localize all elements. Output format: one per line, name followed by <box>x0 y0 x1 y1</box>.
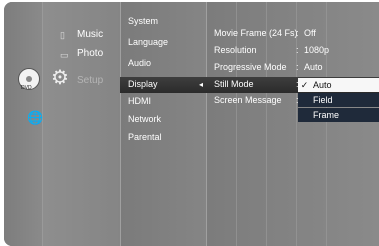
menu-item-parental[interactable]: Parental <box>128 132 162 143</box>
setting-colon: : <box>296 28 299 38</box>
disc-label: DVD <box>21 85 32 91</box>
setting-colon: : <box>296 45 299 55</box>
divider <box>326 2 327 246</box>
menu-item-network[interactable]: Network <box>128 114 161 125</box>
dropdown-option-field[interactable]: Field <box>298 93 379 107</box>
music-icon: ▯ <box>60 30 65 40</box>
setting-colon: : <box>296 62 299 72</box>
checkmark-icon: ✓ <box>300 80 309 90</box>
setting-movie-frame-value[interactable]: Off <box>304 28 316 39</box>
setting-screen-message-label[interactable]: Screen Message <box>214 95 282 106</box>
setting-progressive-mode-value[interactable]: Auto <box>304 62 323 73</box>
setting-still-mode-label[interactable]: Still Mode <box>214 79 254 90</box>
menu-item-display[interactable]: Display <box>128 79 158 90</box>
media-item-music[interactable]: Music <box>77 29 103 40</box>
menu-item-audio[interactable]: Audio <box>128 58 151 69</box>
still-mode-dropdown[interactable]: ✓ Auto Field Frame <box>298 78 379 123</box>
menu-item-language[interactable]: Language <box>128 37 168 48</box>
media-item-setup[interactable]: Setup <box>77 75 103 86</box>
setup-screen: DVD 🌐 ▯ ▭ ⚙ Music Photo Setup System Lan… <box>4 2 379 246</box>
gear-icon[interactable]: ⚙ <box>51 68 69 88</box>
setting-resolution-value[interactable]: 1080p <box>304 45 329 56</box>
setting-progressive-mode-label[interactable]: Progressive Mode <box>214 62 287 73</box>
globe-icon[interactable]: 🌐 <box>27 110 43 126</box>
dropdown-option-frame[interactable]: Frame <box>298 108 379 122</box>
menu-item-system[interactable]: System <box>128 16 158 27</box>
submenu-arrow-icon: ◂ <box>199 80 204 89</box>
setting-resolution-label[interactable]: Resolution <box>214 45 257 56</box>
setting-movie-frame-label[interactable]: Movie Frame (24 Fs) <box>214 28 298 39</box>
media-item-photo[interactable]: Photo <box>77 48 103 59</box>
dropdown-option-auto[interactable]: ✓ Auto <box>298 78 379 92</box>
photo-icon: ▭ <box>60 50 69 60</box>
menu-item-hdmi[interactable]: HDMI <box>128 96 151 107</box>
